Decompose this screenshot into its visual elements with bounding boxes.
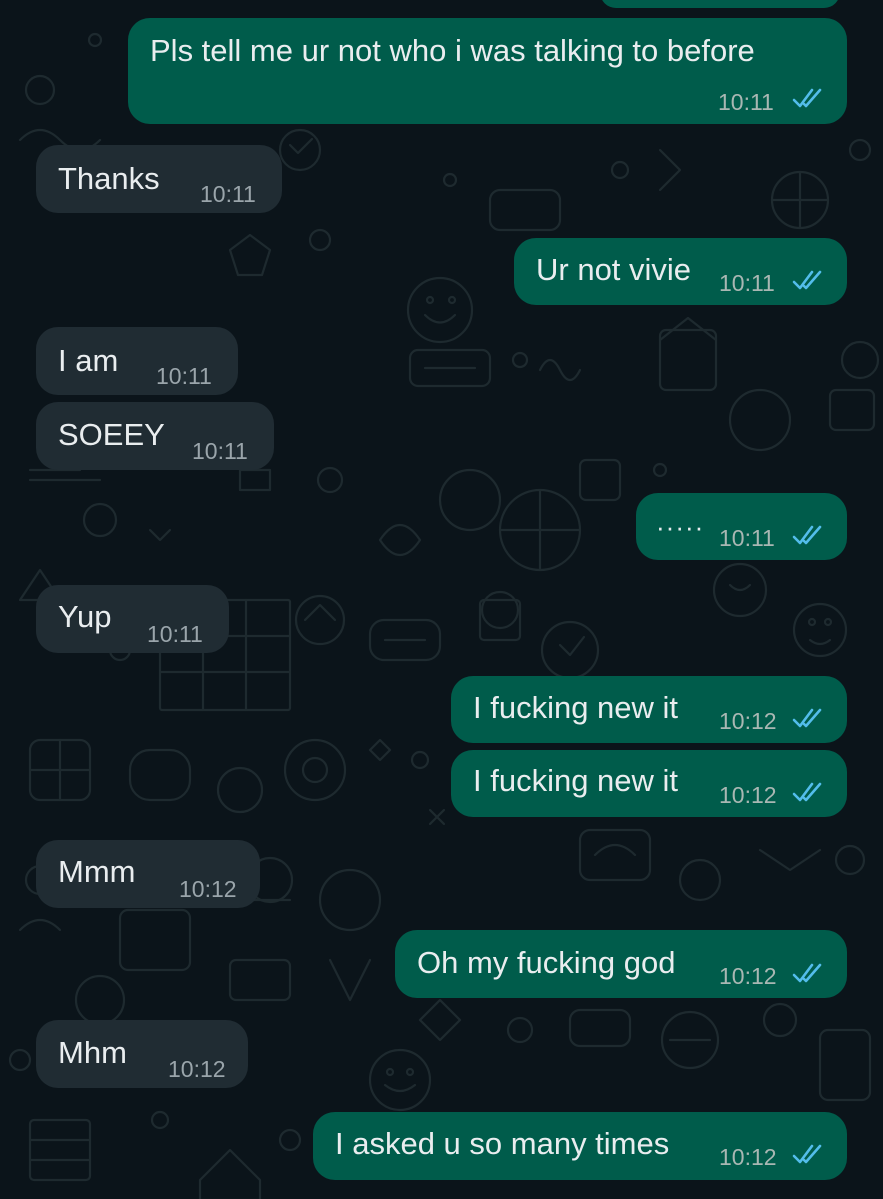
message-text: I asked u so many times <box>335 1126 670 1161</box>
message-time: 10:12 <box>719 782 777 808</box>
read-receipt-icon <box>792 708 822 728</box>
message-text: I fucking new it <box>473 763 679 798</box>
message-incoming[interactable]: Mmm 10:12 <box>36 840 260 908</box>
message-text: Mmm <box>58 854 136 889</box>
read-receipt-icon <box>792 1144 822 1164</box>
message-text: Mhm <box>58 1035 127 1070</box>
read-receipt-icon <box>792 782 822 802</box>
read-receipt-icon <box>792 525 822 545</box>
message-outgoing[interactable]: Oh my fucking god 10:12 <box>395 930 847 998</box>
message-time: 10:11 <box>718 89 774 115</box>
message-time: 10:11 <box>147 621 203 647</box>
message-time: 10:11 <box>192 438 248 464</box>
message-incoming[interactable]: SOEEY 10:11 <box>36 402 274 470</box>
message-time: 10:12 <box>719 1144 777 1170</box>
message-text: I am <box>58 343 119 378</box>
message-time: 10:12 <box>719 708 777 734</box>
message-outgoing[interactable]: I fucking new it 10:12 <box>451 676 847 743</box>
previous-message-edge <box>600 0 840 8</box>
message-time: 10:11 <box>200 181 256 207</box>
message-outgoing[interactable]: I asked u so many times 10:12 <box>313 1112 847 1180</box>
message-incoming[interactable]: Mhm 10:12 <box>36 1020 248 1088</box>
message-time: 10:11 <box>156 363 212 389</box>
message-text: Thanks <box>58 161 160 196</box>
read-receipt-icon <box>792 963 822 983</box>
message-text: ····· <box>656 512 705 542</box>
message-text: SOEEY <box>58 417 165 452</box>
message-time: 10:11 <box>719 270 775 296</box>
message-incoming[interactable]: Yup 10:11 <box>36 585 229 653</box>
message-text: Pls tell me ur not who i was talking to … <box>150 33 755 68</box>
message-time: 10:12 <box>719 963 777 989</box>
message-text: Ur not vivie <box>536 252 692 287</box>
message-incoming[interactable]: Thanks 10:11 <box>36 145 282 213</box>
message-outgoing[interactable]: Ur not vivie 10:11 <box>514 238 847 305</box>
message-text: Yup <box>58 599 112 634</box>
message-text: I fucking new it <box>473 690 679 725</box>
read-receipt-icon <box>792 270 822 290</box>
message-text: Oh my fucking god <box>417 945 676 980</box>
message-outgoing[interactable]: I fucking new it 10:12 <box>451 750 847 817</box>
chat-area[interactable]: Pls tell me ur not who i was talking to … <box>0 0 883 1199</box>
message-incoming[interactable]: I am 10:11 <box>36 327 238 395</box>
read-receipt-icon <box>792 88 822 108</box>
message-time: 10:12 <box>179 876 237 902</box>
message-outgoing[interactable]: Pls tell me ur not who i was talking to … <box>128 18 847 124</box>
message-time: 10:12 <box>168 1056 226 1082</box>
message-time: 10:11 <box>719 525 775 551</box>
message-outgoing[interactable]: ····· 10:11 <box>636 493 847 560</box>
